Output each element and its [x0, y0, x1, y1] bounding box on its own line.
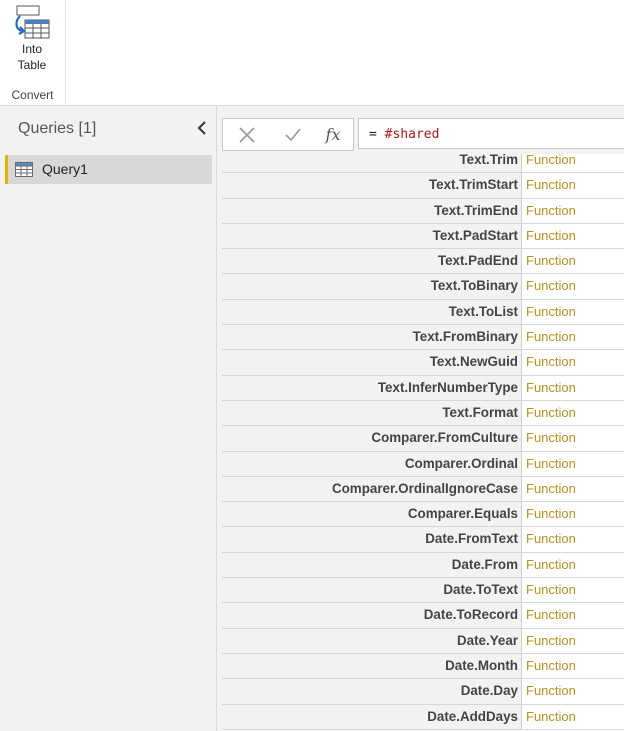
row-name-cell: Text.Format: [222, 400, 522, 426]
row-name-cell: Text.Trim: [222, 154, 522, 173]
table-row: Text.NewGuid Function: [222, 350, 624, 376]
function-link[interactable]: Function: [523, 654, 576, 678]
chevron-left-icon: [197, 121, 206, 135]
row-name-cell: Text.ToBinary: [222, 274, 522, 299]
table-row: Text.PadStart Function: [222, 223, 624, 250]
table-row: Text.ToBinary Function: [222, 274, 624, 300]
table-row: Date.Month Function: [222, 653, 624, 680]
table-row: Comparer.OrdinalIgnoreCase Function: [222, 476, 624, 503]
formula-input[interactable]: = #shared: [358, 118, 624, 149]
queries-pane: Queries [1] Query1: [0, 106, 217, 731]
table-row: Date.ToText Function: [222, 578, 624, 604]
into-table-label-line1: Into: [21, 42, 42, 56]
function-link[interactable]: Function: [523, 477, 576, 501]
function-link[interactable]: Function: [523, 249, 576, 273]
table-row: Date.Day Function: [222, 679, 624, 705]
convert-group: Into Table Convert: [0, 0, 66, 105]
function-link[interactable]: Function: [523, 224, 576, 248]
row-name-cell: Comparer.OrdinalIgnoreCase: [222, 476, 522, 502]
table-row: Text.FromBinary Function: [222, 325, 624, 351]
row-name-cell: Comparer.Ordinal: [222, 451, 522, 476]
row-name-cell: Text.PadStart: [222, 223, 522, 249]
formula-prefix: =: [369, 127, 385, 142]
table-row: Date.From Function: [222, 552, 624, 579]
row-name-cell: Date.Day: [222, 679, 522, 704]
close-icon: [239, 126, 255, 143]
row-name-cell: Text.FromBinary: [222, 325, 522, 350]
table-row: Text.Format Function: [222, 400, 624, 427]
into-table-button[interactable]: Into Table: [4, 3, 60, 81]
function-link[interactable]: Function: [523, 502, 576, 526]
function-link[interactable]: Function: [523, 300, 576, 324]
table-row: Text.TrimStart Function: [222, 173, 624, 199]
function-link[interactable]: Function: [523, 154, 576, 172]
into-table-label-line2: Table: [17, 58, 47, 72]
table-row: Date.Year Function: [222, 628, 624, 654]
function-link[interactable]: Function: [523, 199, 576, 223]
row-name-cell: Comparer.Equals: [222, 502, 522, 527]
function-link[interactable]: Function: [523, 401, 576, 425]
table-row: Date.FromText Function: [222, 527, 624, 553]
table-icon: [15, 162, 33, 177]
row-name-cell: Text.InferNumberType: [222, 375, 522, 400]
table-row: Date.ToRecord Function: [222, 603, 624, 629]
function-link[interactable]: Function: [523, 679, 576, 703]
function-link[interactable]: Function: [523, 578, 576, 602]
table-row: Text.InferNumberType Function: [222, 375, 624, 401]
function-link[interactable]: Function: [523, 274, 576, 298]
collapse-pane-button[interactable]: [193, 118, 211, 138]
table-row: Date.AddDays Function: [222, 704, 624, 730]
into-table-icon: [15, 5, 50, 39]
row-name-cell: Text.ToList: [222, 299, 522, 325]
row-name-cell: Date.ToRecord: [222, 603, 522, 628]
function-link[interactable]: Function: [523, 426, 576, 450]
function-link[interactable]: Function: [523, 603, 576, 627]
formula-keyword: #shared: [384, 127, 440, 142]
checkmark-icon: [285, 127, 301, 141]
row-name-cell: Text.TrimEnd: [222, 198, 522, 223]
table-row: Text.Trim Function: [222, 154, 624, 174]
selected-accent: [5, 155, 8, 184]
table-row: Comparer.FromCulture Function: [222, 426, 624, 452]
function-link[interactable]: Function: [523, 376, 576, 400]
function-link[interactable]: Function: [523, 705, 576, 729]
row-name-cell: Date.AddDays: [222, 704, 522, 729]
row-name-cell: Date.From: [222, 552, 522, 578]
cancel-button[interactable]: [229, 119, 265, 150]
group-label-convert: Convert: [11, 88, 54, 102]
table-row: Text.ToList Function: [222, 299, 624, 326]
grid-body: Text.Trim Function Text.TrimStart Function T…: [222, 154, 624, 730]
table-row: Text.PadEnd Function: [222, 249, 624, 275]
row-name-cell: Comparer.FromCulture: [222, 426, 522, 451]
row-name-cell: Date.ToText: [222, 578, 522, 603]
main-area: fx = #shared Text.Trim Function Text.TrimS…: [217, 106, 624, 731]
fx-icon: fx: [325, 125, 341, 144]
function-link[interactable]: Function: [523, 452, 576, 476]
ribbon: Into Table Convert: [0, 0, 624, 106]
row-name-cell: Text.NewGuid: [222, 350, 522, 375]
row-name-cell: Text.TrimStart: [222, 173, 522, 198]
row-name-cell: Date.Month: [222, 653, 522, 679]
table-row: Text.TrimEnd Function: [222, 198, 624, 224]
queries-title: Queries [1]: [18, 120, 97, 137]
table-row: Comparer.Ordinal Function: [222, 451, 624, 477]
row-name-cell: Date.Year: [222, 628, 522, 653]
function-link[interactable]: Function: [523, 173, 576, 197]
function-link[interactable]: Function: [523, 350, 576, 374]
formula-bar: fx = #shared: [222, 118, 624, 151]
row-name-cell: Date.FromText: [222, 527, 522, 552]
function-link[interactable]: Function: [523, 553, 576, 577]
query-name: Query1: [42, 161, 88, 177]
insert-function-button[interactable]: fx: [315, 119, 351, 150]
query-item[interactable]: Query1: [5, 155, 212, 184]
formula-buttons: fx: [222, 118, 354, 151]
commit-button[interactable]: [275, 119, 311, 150]
function-link[interactable]: Function: [523, 629, 576, 653]
function-link[interactable]: Function: [523, 527, 576, 551]
row-name-cell: Text.PadEnd: [222, 249, 522, 274]
function-link[interactable]: Function: [523, 325, 576, 349]
table-row: Comparer.Equals Function: [222, 502, 624, 528]
results-grid: Text.Trim Function Text.TrimStart Function T…: [222, 154, 624, 731]
